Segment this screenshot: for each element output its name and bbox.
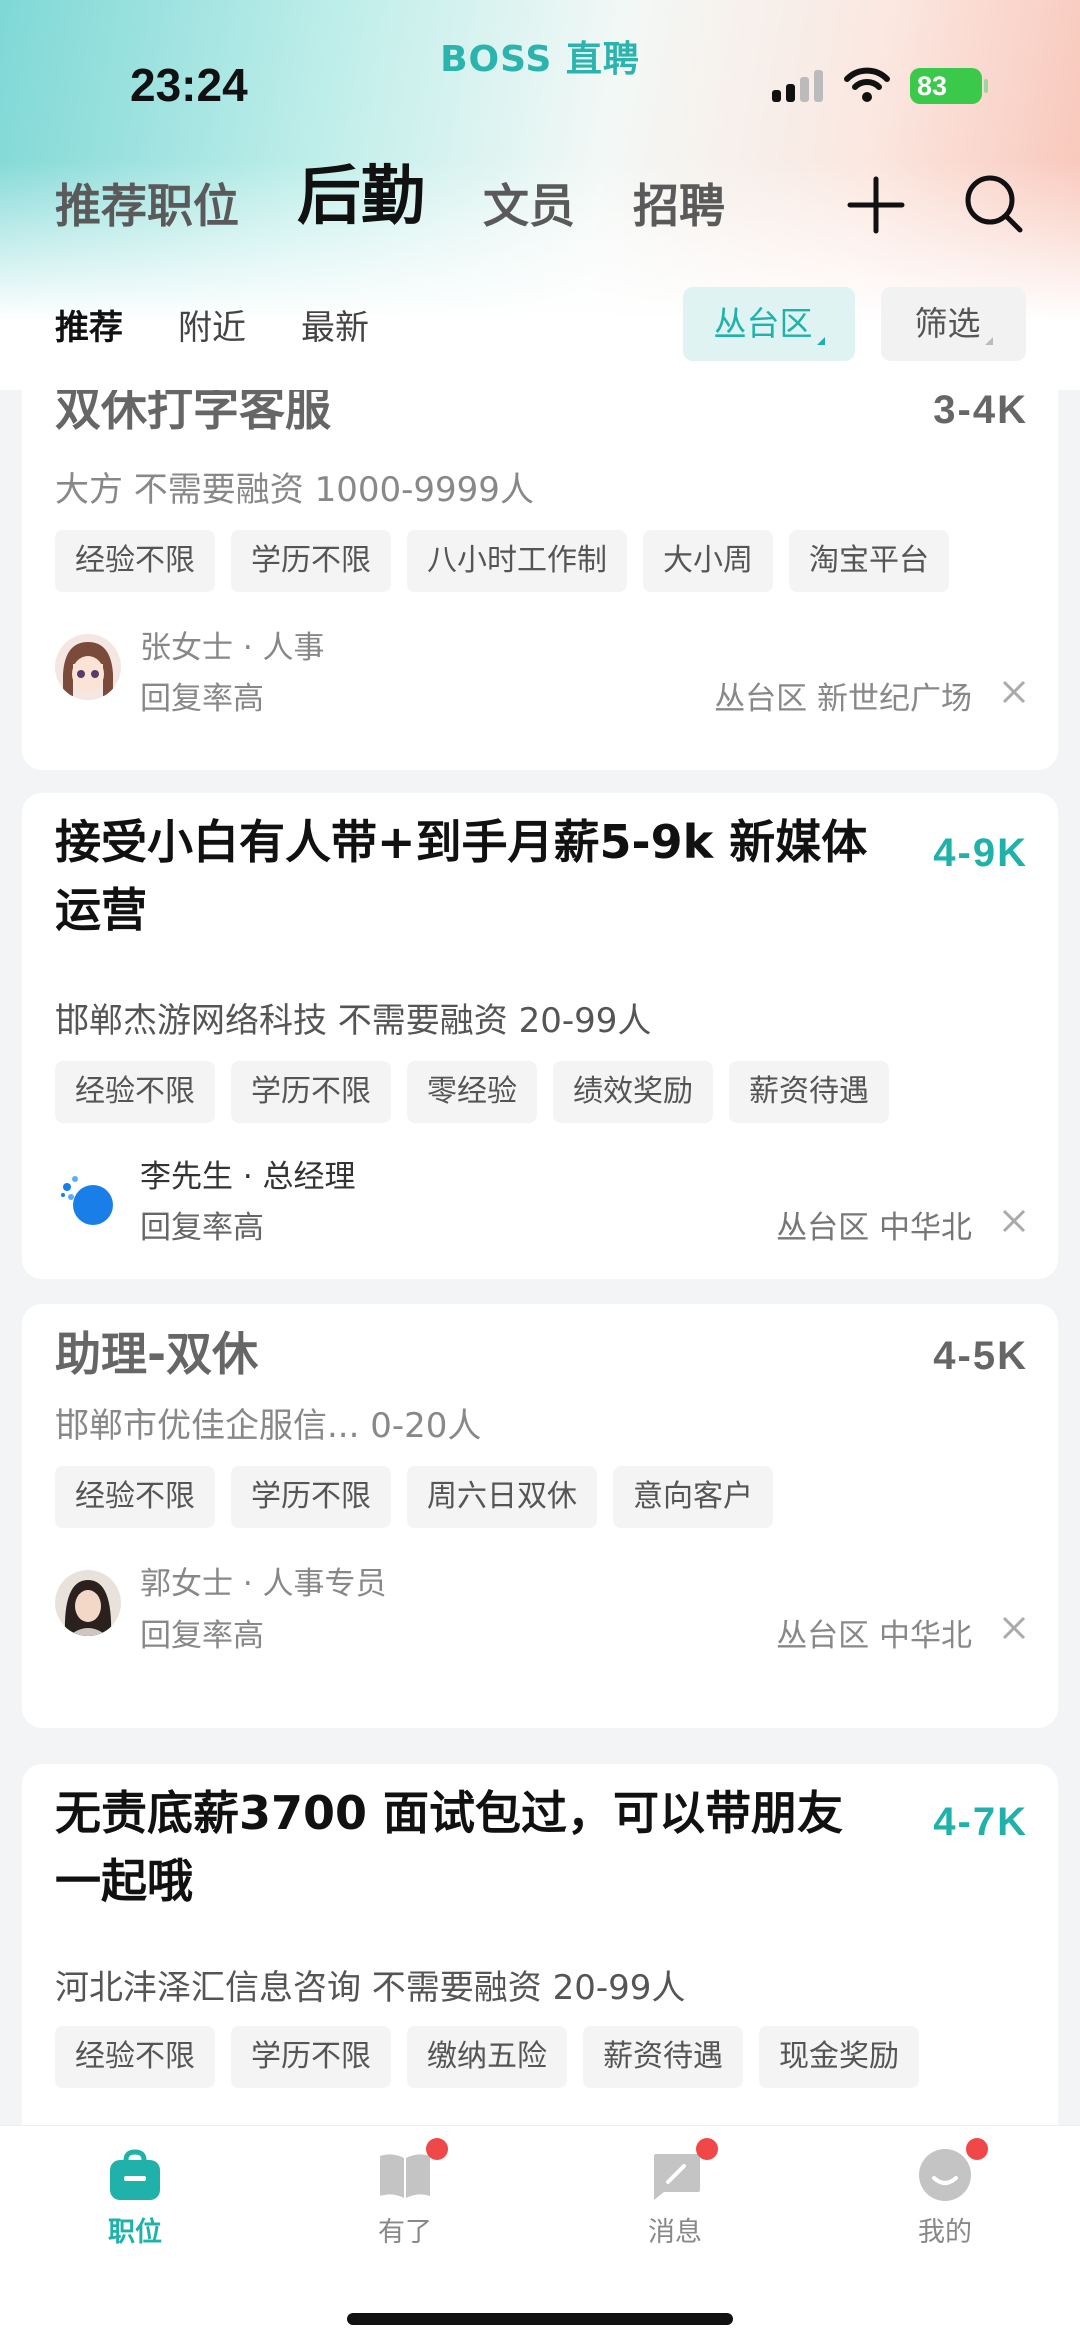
job-card[interactable]: 双休打字客服 3-4K 大方 不需要融资 1000-9999人 经验不限 学历不… <box>22 390 1058 770</box>
company-info: 河北沣泽汇信息咨询 不需要融资 20-99人 <box>55 1968 686 2008</box>
job-tag: 学历不限 <box>231 1466 391 1528</box>
nav-label: 有了 <box>378 2217 432 2248</box>
close-icon[interactable] <box>1002 1209 1026 1233</box>
nav-messages[interactable]: 消息 <box>615 2138 735 2249</box>
job-title-line: 一起哦 <box>55 1854 193 1908</box>
job-salary: 4-9K <box>933 831 1028 875</box>
job-tag: 经验不限 <box>55 1061 215 1123</box>
job-title-line: 接受小白有人带+到手月薪5-9k 新媒体 <box>55 815 868 869</box>
job-tags: 经验不限 学历不限 周六日双休 意向客户 <box>55 1466 789 1528</box>
job-title: 助理-双休 <box>55 1327 259 1381</box>
nav-label: 消息 <box>648 2217 702 2248</box>
notification-badge <box>696 2138 718 2160</box>
job-tag: 经验不限 <box>55 530 215 592</box>
tab-clerk[interactable]: 文员 <box>483 183 575 229</box>
job-salary: 3-4K <box>933 390 1028 432</box>
message-icon <box>646 2138 718 2204</box>
close-icon[interactable] <box>1002 680 1026 704</box>
job-tag: 缴纳五险 <box>407 2026 567 2088</box>
job-title-line: 运营 <box>55 883 147 937</box>
district-filter-label: 丛台区 <box>713 304 813 343</box>
job-tags: 经验不限 学历不限 缴纳五险 薪资待遇 现金奖励 <box>55 2026 935 2088</box>
recruiter-avatar <box>55 634 121 700</box>
job-tag: 周六日双休 <box>407 1466 597 1528</box>
category-tabs: 推荐职位 后勤 文员 招聘 <box>55 165 783 229</box>
job-tag: 学历不限 <box>231 530 391 592</box>
recruiter-name: 郭女士 · 人事专员 <box>140 1566 387 1602</box>
battery-indicator: 83 <box>910 68 988 104</box>
nav-label: 职位 <box>108 2217 162 2248</box>
wifi-icon <box>844 67 890 102</box>
tab-recommended-jobs[interactable]: 推荐职位 <box>55 183 239 229</box>
caret-icon <box>816 337 825 345</box>
nav-jobs[interactable]: 职位 <box>75 2146 195 2249</box>
job-location: 丛台区 中华北 <box>776 1210 972 1246</box>
tab-recruiting[interactable]: 招聘 <box>633 183 725 229</box>
district-filter-button[interactable]: 丛台区 <box>683 287 855 361</box>
job-card[interactable]: 助理-双休 4-5K 邯郸市优佳企服信... 0-20人 经验不限 学历不限 周… <box>22 1304 1058 1728</box>
job-list: 双休打字客服 3-4K 大方 不需要融资 1000-9999人 经验不限 学历不… <box>0 390 1080 2125</box>
briefcase-icon <box>110 2149 160 2200</box>
nav-profile[interactable]: 我的 <box>885 2138 1005 2249</box>
job-title-line: 无责底薪3700 面试包过，可以带朋友 <box>55 1786 844 1840</box>
recruiter-name: 李先生 · 总经理 <box>140 1159 356 1195</box>
job-tag: 八小时工作制 <box>407 530 627 592</box>
profile-face-icon <box>916 2138 988 2204</box>
job-location: 丛台区 中华北 <box>776 1618 972 1654</box>
sort-nearby[interactable]: 附近 <box>178 300 246 349</box>
job-tag: 学历不限 <box>231 1061 391 1123</box>
reply-rate: 回复率高 <box>140 1210 264 1246</box>
home-indicator <box>347 2313 733 2325</box>
notification-badge <box>966 2138 988 2160</box>
job-title: 接受小白有人带+到手月薪5-9k 新媒体 运营 <box>55 808 885 944</box>
book-icon <box>376 2138 448 2204</box>
job-tag: 绩效奖励 <box>553 1061 713 1123</box>
close-icon[interactable] <box>1002 1616 1026 1640</box>
plus-icon[interactable] <box>846 175 906 235</box>
reply-rate: 回复率高 <box>140 1618 264 1654</box>
company-info: 邯郸杰游网络科技 不需要融资 20-99人 <box>55 1001 652 1041</box>
recruiter-avatar <box>55 1570 121 1636</box>
job-tag: 大小周 <box>643 530 773 592</box>
job-salary: 4-7K <box>933 1800 1028 1844</box>
recruiter-avatar <box>55 1165 121 1231</box>
nav-label: 我的 <box>918 2217 972 2248</box>
job-tag: 经验不限 <box>55 2026 215 2088</box>
company-info: 大方 不需要融资 1000-9999人 <box>55 470 534 510</box>
nav-feed[interactable]: 有了 <box>345 2138 465 2249</box>
job-tag: 淘宝平台 <box>789 530 949 592</box>
job-tag: 经验不限 <box>55 1466 215 1528</box>
job-location: 丛台区 新世纪广场 <box>714 681 972 717</box>
job-title: 双休打字客服 <box>55 390 331 436</box>
job-tags: 经验不限 学历不限 八小时工作制 大小周 淘宝平台 <box>55 530 965 592</box>
job-title: 无责底薪3700 面试包过，可以带朋友 一起哦 <box>55 1779 885 1915</box>
job-tag: 零经验 <box>407 1061 537 1123</box>
job-tag: 意向客户 <box>613 1466 773 1528</box>
job-card[interactable]: 接受小白有人带+到手月薪5-9k 新媒体 运营 4-9K 邯郸杰游网络科技 不需… <box>22 793 1058 1279</box>
job-tags: 经验不限 学历不限 零经验 绩效奖励 薪资待遇 <box>55 1061 905 1123</box>
reply-rate: 回复率高 <box>140 681 264 717</box>
notification-badge <box>426 2138 448 2160</box>
app-header: BOSS 直聘 23:24 83 推荐职位 后勤 文员 招聘 推荐 附近 最新 … <box>0 0 1080 390</box>
caret-icon <box>984 337 993 345</box>
job-tag: 学历不限 <box>231 2026 391 2088</box>
search-icon[interactable] <box>962 172 1026 236</box>
company-info: 邯郸市优佳企服信... 0-20人 <box>55 1406 482 1446</box>
job-salary: 4-5K <box>933 1334 1028 1378</box>
filter-button[interactable]: 筛选 <box>881 287 1026 361</box>
job-card[interactable]: 无责底薪3700 面试包过，可以带朋友 一起哦 4-7K 河北沣泽汇信息咨询 不… <box>22 1764 1058 2125</box>
job-tag: 薪资待遇 <box>583 2026 743 2088</box>
status-time: 23:24 <box>130 59 248 111</box>
sort-recommended[interactable]: 推荐 <box>55 300 123 349</box>
recruiter-name: 张女士 · 人事 <box>140 630 325 666</box>
filter-label: 筛选 <box>914 304 981 343</box>
cellular-signal-icon <box>772 70 826 102</box>
job-tag: 薪资待遇 <box>729 1061 889 1123</box>
tab-logistics[interactable]: 后勤 <box>297 165 425 229</box>
sort-latest[interactable]: 最新 <box>301 300 369 349</box>
sort-tabs: 推荐 附近 最新 <box>55 300 424 349</box>
job-tag: 现金奖励 <box>759 2026 919 2088</box>
